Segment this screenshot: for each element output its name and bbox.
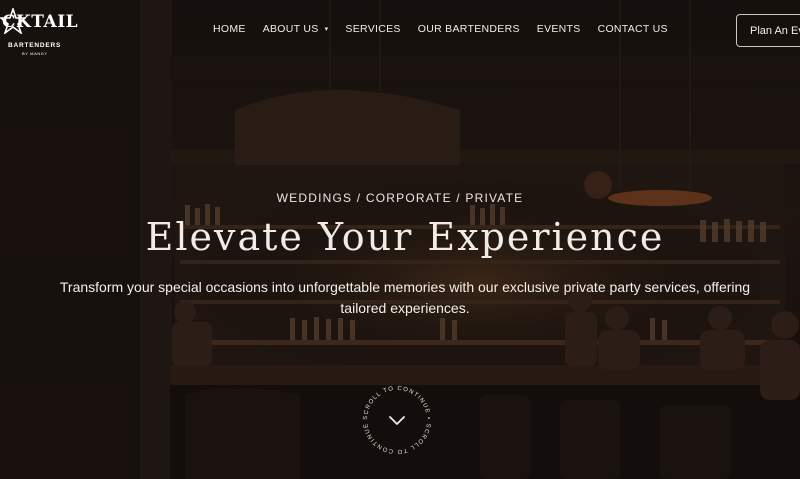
nav-item-label: ABOUT US	[262, 23, 319, 35]
nav-item-label: EVENTS	[536, 23, 581, 35]
scroll-ring-text: SCROLL TO CONTINUE • SCROLL TO CONTINUE …	[357, 380, 430, 454]
nav-item-about-us[interactable]: ABOUT US ▾	[263, 23, 329, 35]
nav-item-label: OUR BARTENDERS	[417, 23, 520, 35]
nav-item-contact-us[interactable]: CONTACT US	[598, 23, 668, 35]
logo-subtext: BARTENDERS	[8, 42, 62, 49]
hero-eyebrow: WEDDINGS / CORPORATE / PRIVATE	[276, 191, 524, 205]
nav-item-label: CONTACT US	[597, 23, 668, 35]
chevron-down-icon: ▾	[324, 26, 329, 33]
svg-text:SCROLL TO CONTINUE • SCROLL TO: SCROLL TO CONTINUE • SCROLL TO CONTINUE …	[357, 380, 431, 454]
nav-item-label: SERVICES	[345, 23, 401, 35]
logo-byline: BY MANDY	[22, 51, 48, 56]
nav-item-events[interactable]: EVENTS	[537, 23, 581, 35]
logo-wordmark: CKTAIL	[2, 12, 79, 32]
hero-description: Transform your special occasions into un…	[59, 279, 751, 316]
plan-an-event-button[interactable]: Plan An Eve	[736, 14, 800, 47]
main-nav: HOME ABOUT US ▾ SERVICES OUR BARTENDERS E…	[213, 23, 685, 35]
nav-item-our-bartenders[interactable]: OUR BARTENDERS	[418, 23, 520, 35]
nav-item-home[interactable]: HOME	[213, 23, 246, 35]
scroll-to-continue-button[interactable]: SCROLL TO CONTINUE • SCROLL TO CONTINUE …	[357, 380, 437, 460]
nav-item-label: HOME	[213, 23, 246, 35]
nav-item-services[interactable]: SERVICES	[345, 23, 400, 35]
chevron-down-icon	[389, 416, 405, 425]
hero-headline: Elevate Your Experience	[145, 215, 665, 259]
brand-logo[interactable]: CKTAIL BARTENDERS BY MANDY	[0, 6, 78, 58]
